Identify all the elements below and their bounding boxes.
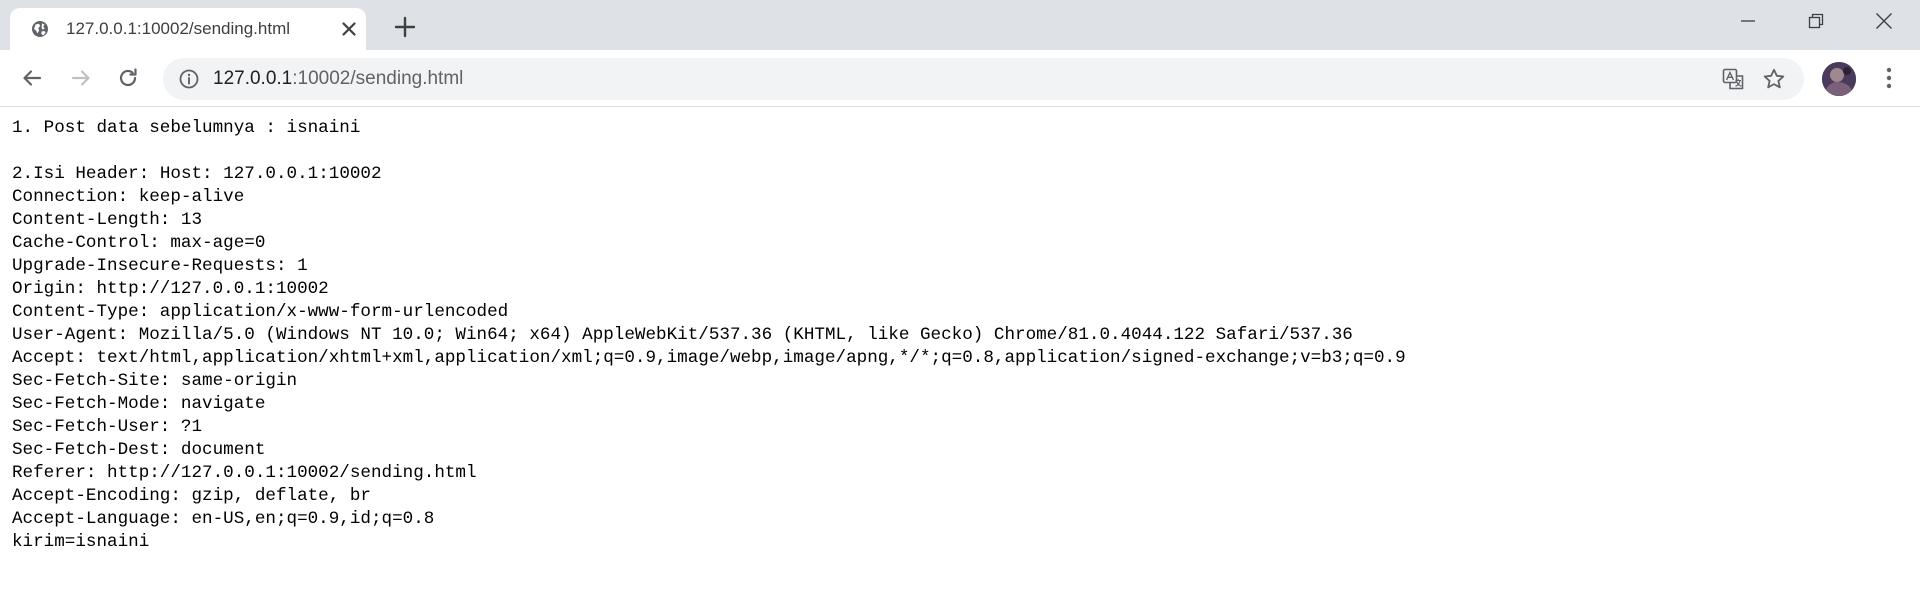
globe-icon: [32, 21, 48, 37]
header-line: User-Agent: Mozilla/5.0 (Windows NT 10.0…: [12, 325, 1353, 345]
minimize-button[interactable]: [1714, 0, 1782, 42]
header-line: Sec-Fetch-Mode: navigate: [12, 394, 266, 414]
arrow-right-icon: [71, 70, 90, 86]
header-line: Content-Length: 13: [12, 210, 203, 230]
header-line: Accept: text/html,application/xhtml+xml,…: [12, 348, 1406, 368]
translate-icon[interactable]: [1722, 68, 1744, 90]
star-icon[interactable]: [1762, 67, 1786, 91]
minimize-icon: [1741, 20, 1755, 22]
info-icon[interactable]: [179, 69, 199, 89]
post-data-line: 1. Post data sebelumnya : isnaini: [12, 118, 361, 138]
header-line: Accept-Language: en-US,en;q=0.9,id;q=0.8: [12, 509, 435, 529]
reload-button[interactable]: [113, 63, 143, 93]
browser-toolbar: 127.0.0.1:10002/sending.html: [0, 50, 1920, 107]
header-line: Accept-Encoding: gzip, deflate, br: [12, 486, 371, 506]
page-content: 1. Post data sebelumnya : isnaini 2.Isi …: [0, 107, 1920, 592]
tab-title: 127.0.0.1:10002/sending.html: [66, 19, 291, 38]
url-host: 127.0.0.1: [213, 68, 293, 89]
header-line: Cache-Control: max-age=0: [12, 233, 266, 253]
header-line: Origin: http://127.0.0.1:10002: [12, 279, 329, 299]
header-line: Sec-Fetch-Site: same-origin: [12, 371, 298, 391]
header-line: Sec-Fetch-Dest: document: [12, 440, 266, 460]
avatar-icon: [1822, 62, 1856, 96]
menu-button[interactable]: [1874, 63, 1904, 93]
forward-button[interactable]: [66, 63, 96, 93]
header-line: Sec-Fetch-User: ?1: [12, 417, 203, 437]
header-line: Content-Type: application/x-www-form-url…: [12, 302, 509, 322]
new-tab-icon[interactable]: [392, 14, 418, 40]
reload-icon: [119, 68, 137, 87]
tab-strip: 127.0.0.1:10002/sending.html: [0, 0, 1920, 50]
url-path: :10002/sending.html: [292, 68, 464, 89]
header-line: Host: 127.0.0.1:10002: [159, 164, 382, 184]
close-window-button[interactable]: [1850, 0, 1918, 42]
profile-avatar[interactable]: [1822, 62, 1856, 96]
restore-button[interactable]: [1782, 0, 1850, 42]
header-line: Referer: http://127.0.0.1:10002/sending.…: [12, 463, 477, 483]
header-line: Upgrade-Insecure-Requests: 1: [12, 256, 308, 276]
address-bar[interactable]: 127.0.0.1:10002/sending.html: [163, 58, 1804, 100]
back-button[interactable]: [17, 63, 47, 93]
close-tab-icon[interactable]: [338, 18, 360, 40]
form-body-line: kirim=isnaini: [12, 532, 150, 552]
browser-tab[interactable]: 127.0.0.1:10002/sending.html: [10, 8, 366, 50]
url-text[interactable]: 127.0.0.1:10002/sending.html: [213, 58, 463, 100]
restore-icon: [1808, 13, 1824, 29]
close-window-icon: [1876, 13, 1892, 29]
arrow-left-icon: [23, 70, 42, 86]
header-label: 2.Isi Header:: [12, 164, 150, 184]
header-line: Connection: keep-alive: [12, 187, 245, 207]
more-vert-icon: [1886, 67, 1892, 89]
response-text: 1. Post data sebelumnya : isnaini 2.Isi …: [0, 107, 1920, 564]
